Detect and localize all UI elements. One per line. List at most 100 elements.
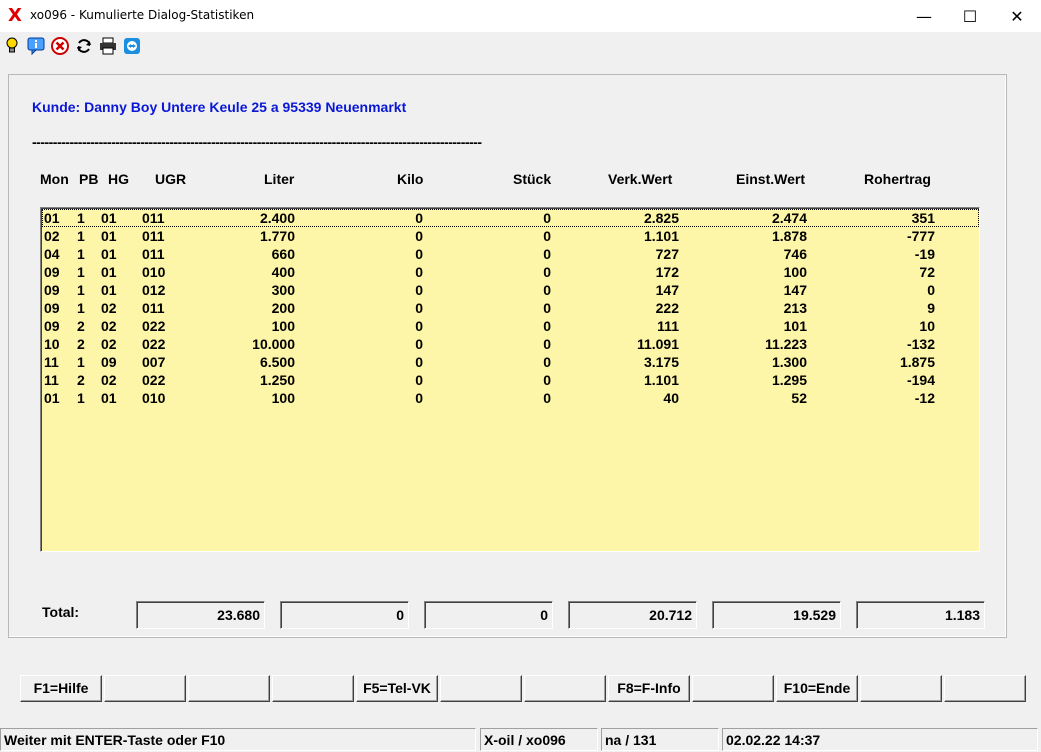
f12-button[interactable] <box>944 675 1026 702</box>
f4-button[interactable] <box>272 675 354 702</box>
status-message: Weiter mit ENTER-Taste oder F10 <box>0 728 476 751</box>
cell-liter: 10.000 <box>252 336 295 352</box>
cell-roh: -19 <box>914 246 935 262</box>
cell-liter: 1.250 <box>259 372 295 388</box>
f10-ende-button[interactable]: F10=Ende <box>776 675 858 702</box>
cell-hg: 01 <box>101 282 117 298</box>
cell-roh: 72 <box>919 264 935 280</box>
cell-hg: 09 <box>101 354 117 370</box>
cell-liter: 200 <box>271 300 295 316</box>
cell-mon: 09 <box>44 318 60 334</box>
column-header-rohertrag: Rohertrag <box>864 171 931 187</box>
total-liter: 23.680 <box>136 601 265 629</box>
cell-mon: 11 <box>44 354 59 370</box>
cell-roh: 351 <box>911 210 935 226</box>
cell-stueck: 0 <box>543 264 551 280</box>
cell-roh: -194 <box>906 372 935 388</box>
f9-button[interactable] <box>692 675 774 702</box>
status-user: na / 131 <box>601 728 719 751</box>
cell-roh: 10 <box>919 318 935 334</box>
table-row[interactable]: 09 2 02 022 100 0 0 111 101 10 <box>42 317 979 335</box>
cell-mon: 10 <box>44 336 60 352</box>
lightbulb-icon[interactable] <box>3 37 21 55</box>
cell-stueck: 0 <box>543 228 551 244</box>
total-verk-wert: 20.712 <box>568 601 697 629</box>
cell-ugr: 010 <box>142 390 166 406</box>
column-header-stueck: Stück <box>513 171 552 187</box>
close-button[interactable]: ✕ <box>994 0 1040 32</box>
table-row[interactable]: 01 1 01 010 100 0 0 40 52 -12 <box>42 389 979 407</box>
cell-pb: 2 <box>77 318 85 334</box>
stop-icon[interactable] <box>51 37 69 55</box>
column-header-kilo: Kilo <box>397 171 424 187</box>
cell-pb: 1 <box>77 300 85 316</box>
f1-help-button[interactable]: F1=Hilfe <box>20 675 102 702</box>
table-row[interactable]: 10 2 02 022 10.000 0 0 11.091 11.223 -132 <box>42 335 979 353</box>
cell-mon: 09 <box>44 282 60 298</box>
cell-pb: 2 <box>77 336 85 352</box>
cell-einst: 1.878 <box>771 228 807 244</box>
cell-verk: 222 <box>655 300 679 316</box>
cell-verk: 147 <box>655 282 679 298</box>
table-row[interactable]: 11 1 09 007 6.500 0 0 3.175 1.300 1.875 <box>42 353 979 371</box>
f11-button[interactable] <box>860 675 942 702</box>
info-icon[interactable] <box>27 37 45 55</box>
cell-kilo: 0 <box>415 300 423 316</box>
refresh-icon[interactable] <box>75 37 93 55</box>
f6-button[interactable] <box>440 675 522 702</box>
total-rohertrag: 1.183 <box>856 601 985 629</box>
cell-ugr: 010 <box>142 264 166 280</box>
column-header-ugr: UGR <box>155 171 187 187</box>
cell-pb: 1 <box>77 390 85 406</box>
f8-f-info-button[interactable]: F8=F-Info <box>608 675 690 702</box>
table-row[interactable]: 09 1 01 012 300 0 0 147 147 0 <box>42 281 979 299</box>
cell-mon: 01 <box>44 210 60 226</box>
minimize-button[interactable]: — <box>901 0 947 32</box>
cell-kilo: 0 <box>415 354 423 370</box>
cell-hg: 01 <box>101 246 117 262</box>
column-header-liter: Liter <box>264 171 295 187</box>
cell-kilo: 0 <box>415 318 423 334</box>
cell-verk: 727 <box>655 246 679 262</box>
f2-button[interactable] <box>104 675 186 702</box>
cell-stueck: 0 <box>543 372 551 388</box>
cell-verk: 11.091 <box>636 336 679 352</box>
toolbar <box>0 32 1041 60</box>
cell-stueck: 0 <box>543 282 551 298</box>
cell-mon: 02 <box>44 228 60 244</box>
table-row[interactable]: 04 1 01 011 660 0 0 727 746 -19 <box>42 245 979 263</box>
cell-pb: 2 <box>77 372 85 388</box>
customer-info: Kunde: Danny Boy Untere Keule 25 a 95339… <box>32 99 407 115</box>
printer-icon[interactable] <box>99 37 117 55</box>
cell-ugr: 022 <box>142 372 166 388</box>
window-title: xo096 - Kumulierte Dialog-Statistiken <box>30 8 255 22</box>
cell-stueck: 0 <box>543 318 551 334</box>
cell-einst: 52 <box>791 390 807 406</box>
cell-kilo: 0 <box>415 282 423 298</box>
cell-ugr: 011 <box>142 210 165 226</box>
table-row[interactable]: 11 2 02 022 1.250 0 0 1.101 1.295 -194 <box>42 371 979 389</box>
cell-pb: 1 <box>77 282 85 298</box>
cell-ugr: 011 <box>142 246 165 262</box>
cell-liter: 400 <box>271 264 295 280</box>
cell-liter: 1.770 <box>259 228 295 244</box>
cell-pb: 1 <box>77 264 85 280</box>
total-kilo: 0 <box>280 601 409 629</box>
table-row[interactable]: 09 1 02 011 200 0 0 222 213 9 <box>42 299 979 317</box>
f7-button[interactable] <box>524 675 606 702</box>
cell-ugr: 022 <box>142 318 166 334</box>
cell-roh: -132 <box>906 336 935 352</box>
f5-tel-vk-button[interactable]: F5=Tel-VK <box>356 675 438 702</box>
f3-button[interactable] <box>188 675 270 702</box>
maximize-button[interactable]: ☐ <box>947 0 993 32</box>
cell-mon: 09 <box>44 300 60 316</box>
statistics-list[interactable]: 01 1 01 011 2.400 0 0 2.825 2.474 351 02 1 01 011 1.77… <box>40 207 980 552</box>
teamviewer-icon[interactable] <box>123 37 141 55</box>
cell-mon: 01 <box>44 390 60 406</box>
table-row[interactable]: 01 1 01 011 2.400 0 0 2.825 2.474 351 <box>42 209 979 227</box>
table-row[interactable]: 09 1 01 010 400 0 0 172 100 72 <box>42 263 979 281</box>
title-bar: X xo096 - Kumulierte Dialog-Statistiken … <box>0 0 1041 32</box>
cell-mon: 09 <box>44 264 60 280</box>
column-header-mon: Mon <box>40 171 69 187</box>
table-row[interactable]: 02 1 01 011 1.770 0 0 1.101 1.878 -777 <box>42 227 979 245</box>
